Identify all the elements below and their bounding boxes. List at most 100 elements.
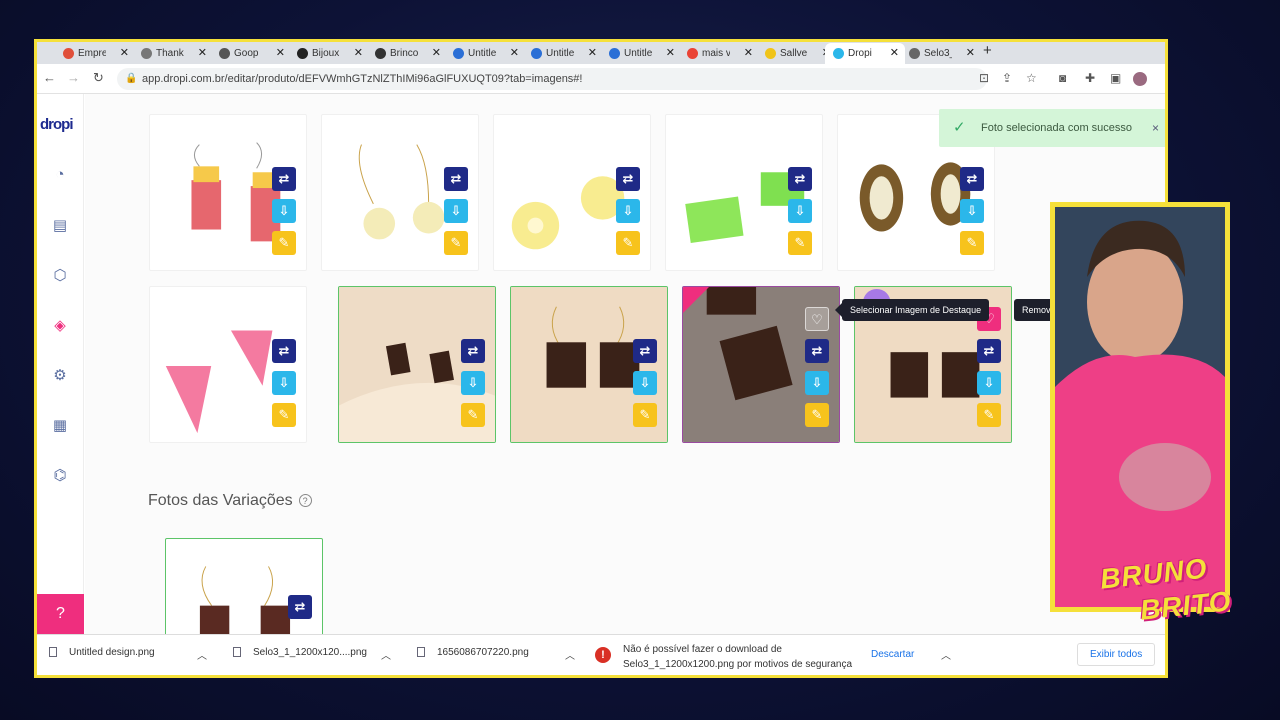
- product-image-card-selected[interactable]: ⇄ ⇩ ✎: [338, 286, 496, 443]
- close-tab-icon[interactable]: ✕: [120, 46, 129, 59]
- browser-tab-active[interactable]: Dropi ✕: [825, 43, 905, 64]
- close-tab-icon[interactable]: ✕: [198, 46, 207, 59]
- swap-image-button[interactable]: ⇄: [977, 339, 1001, 363]
- product-image-card[interactable]: ⇄ ⇩ ✎: [321, 114, 479, 271]
- chart-pie-icon[interactable]: ◔: [50, 166, 70, 183]
- download-image-button[interactable]: ⇩: [805, 371, 829, 395]
- close-tab-icon[interactable]: ✕: [666, 46, 675, 59]
- product-image-card[interactable]: ⇄ ⇩ ✎: [665, 114, 823, 271]
- lock-icon: 🔒: [125, 73, 138, 84]
- download-image-button[interactable]: ⇩: [633, 371, 657, 395]
- calculator-icon[interactable]: ▦: [50, 416, 70, 434]
- browser-tab[interactable]: mais v ✕: [681, 43, 759, 64]
- download-item[interactable]: Untitled design.png ︿: [49, 647, 207, 662]
- swap-image-button[interactable]: ⇄: [461, 339, 485, 363]
- edit-image-button[interactable]: ✎: [633, 403, 657, 427]
- variation-image-card[interactable]: ⇄: [165, 538, 323, 634]
- product-image-card[interactable]: ⇄ ⇩ ✎: [149, 114, 307, 271]
- edit-image-button[interactable]: ✎: [461, 403, 485, 427]
- close-tab-icon[interactable]: ✕: [276, 46, 285, 59]
- reload-icon[interactable]: ↻: [93, 70, 104, 86]
- url-input[interactable]: 🔒 app.dropi.com.br/editar/produto/dEFVWm…: [117, 68, 987, 90]
- tag-icon[interactable]: ◈: [50, 316, 70, 334]
- favicon-icon: [531, 48, 542, 59]
- product-image-card-selected[interactable]: ⇄ ⇩ ✎: [510, 286, 668, 443]
- close-tab-icon[interactable]: ✕: [432, 46, 441, 59]
- download-item[interactable]: Selo3_1_1200x120....png ︿: [233, 647, 391, 662]
- edit-image-button[interactable]: ✎: [805, 403, 829, 427]
- camera-icon[interactable]: ◙: [1059, 71, 1066, 85]
- file-icon: [417, 647, 425, 658]
- browser-window: Empre ✕ Thank ✕ Goop ✕ Bijoux ✕ Brinco ✕ Unti…: [34, 39, 1168, 678]
- close-tab-icon[interactable]: ✕: [744, 46, 753, 59]
- swap-image-button[interactable]: ⇄: [805, 339, 829, 363]
- close-tab-icon[interactable]: ✕: [890, 46, 899, 59]
- help-circle-icon[interactable]: ?: [298, 494, 312, 508]
- browser-tab[interactable]: Goop ✕: [213, 43, 291, 64]
- forward-icon[interactable]: →: [67, 70, 80, 85]
- dropi-logo[interactable]: dropi: [40, 116, 73, 133]
- swap-image-button[interactable]: ⇄: [633, 339, 657, 363]
- help-button[interactable]: ?: [37, 594, 84, 634]
- product-image-card[interactable]: ⇄ ⇩ ✎: [493, 114, 651, 271]
- heart-icon[interactable]: ♡: [805, 307, 829, 331]
- close-icon[interactable]: ×: [1152, 109, 1159, 147]
- show-all-downloads-button[interactable]: Exibir todos: [1077, 643, 1156, 666]
- chevron-up-icon[interactable]: ︿: [381, 647, 391, 662]
- browser-tab[interactable]: Untitle ✕: [603, 43, 681, 64]
- extensions-icon[interactable]: ✚: [1085, 71, 1095, 85]
- swap-image-button[interactable]: ⇄: [616, 167, 640, 191]
- browser-tab[interactable]: Selo3_✕: [903, 43, 981, 64]
- browser-tab[interactable]: Untitle ✕: [525, 43, 603, 64]
- browser-tab[interactable]: Brinco ✕: [369, 43, 447, 64]
- discard-button[interactable]: Descartar: [871, 643, 914, 666]
- swap-image-button[interactable]: ⇄: [444, 167, 468, 191]
- browser-tab[interactable]: Thank ✕: [135, 43, 213, 64]
- swap-image-button[interactable]: ⇄: [288, 595, 312, 619]
- download-image-button[interactable]: ⇩: [977, 371, 1001, 395]
- edit-image-button[interactable]: ✎: [788, 231, 812, 255]
- plug-icon[interactable]: ⌬: [50, 466, 70, 484]
- close-tab-icon[interactable]: ✕: [510, 46, 519, 59]
- close-tab-icon[interactable]: ✕: [354, 46, 363, 59]
- close-tab-icon[interactable]: ✕: [588, 46, 597, 59]
- sidepanel-icon[interactable]: ▣: [1110, 71, 1121, 85]
- back-icon[interactable]: ←: [43, 70, 56, 85]
- browser-tab[interactable]: Bijoux ✕: [291, 43, 369, 64]
- edit-image-button[interactable]: ✎: [444, 231, 468, 255]
- edit-image-button[interactable]: ✎: [977, 403, 1001, 427]
- edit-image-button[interactable]: ✎: [272, 231, 296, 255]
- favicon-icon: [219, 48, 230, 59]
- store-icon[interactable]: ▤: [50, 216, 70, 234]
- edit-image-button[interactable]: ✎: [616, 231, 640, 255]
- profile-avatar[interactable]: [1133, 72, 1147, 86]
- product-image-card[interactable]: ⇄ ⇩ ✎: [149, 286, 307, 443]
- edit-image-button[interactable]: ✎: [272, 403, 296, 427]
- download-image-button[interactable]: ⇩: [272, 371, 296, 395]
- product-image-card-hovered[interactable]: ♡ ⇄ ⇩ ✎: [682, 286, 840, 443]
- chevron-up-icon[interactable]: ︿: [197, 647, 207, 662]
- chevron-up-icon[interactable]: ︿: [565, 647, 575, 662]
- download-item[interactable]: 1656086707220.png ︿: [417, 647, 575, 662]
- browser-tab[interactable]: Empre ✕: [57, 43, 135, 64]
- edit-image-button[interactable]: ✎: [960, 231, 984, 255]
- new-tab-icon[interactable]: +: [983, 42, 992, 59]
- share-icon[interactable]: ⇪: [1002, 71, 1012, 85]
- download-image-button[interactable]: ⇩: [616, 199, 640, 223]
- download-image-button[interactable]: ⇩: [444, 199, 468, 223]
- swap-image-button[interactable]: ⇄: [272, 339, 296, 363]
- browser-tab[interactable]: Untitle ✕: [447, 43, 525, 64]
- swap-image-button[interactable]: ⇄: [960, 167, 984, 191]
- swap-image-button[interactable]: ⇄: [788, 167, 812, 191]
- download-image-button[interactable]: ⇩: [788, 199, 812, 223]
- download-image-button[interactable]: ⇩: [960, 199, 984, 223]
- download-image-button[interactable]: ⇩: [272, 199, 296, 223]
- install-icon[interactable]: ⊡: [979, 71, 989, 85]
- chevron-up-icon[interactable]: ︿: [941, 647, 951, 662]
- bookmark-star-icon[interactable]: ☆: [1026, 71, 1037, 85]
- swap-image-button[interactable]: ⇄: [272, 167, 296, 191]
- box-icon[interactable]: ⬡: [50, 266, 70, 284]
- close-tab-icon[interactable]: ✕: [966, 46, 975, 59]
- gear-icon[interactable]: ⚙: [50, 366, 70, 384]
- download-image-button[interactable]: ⇩: [461, 371, 485, 395]
